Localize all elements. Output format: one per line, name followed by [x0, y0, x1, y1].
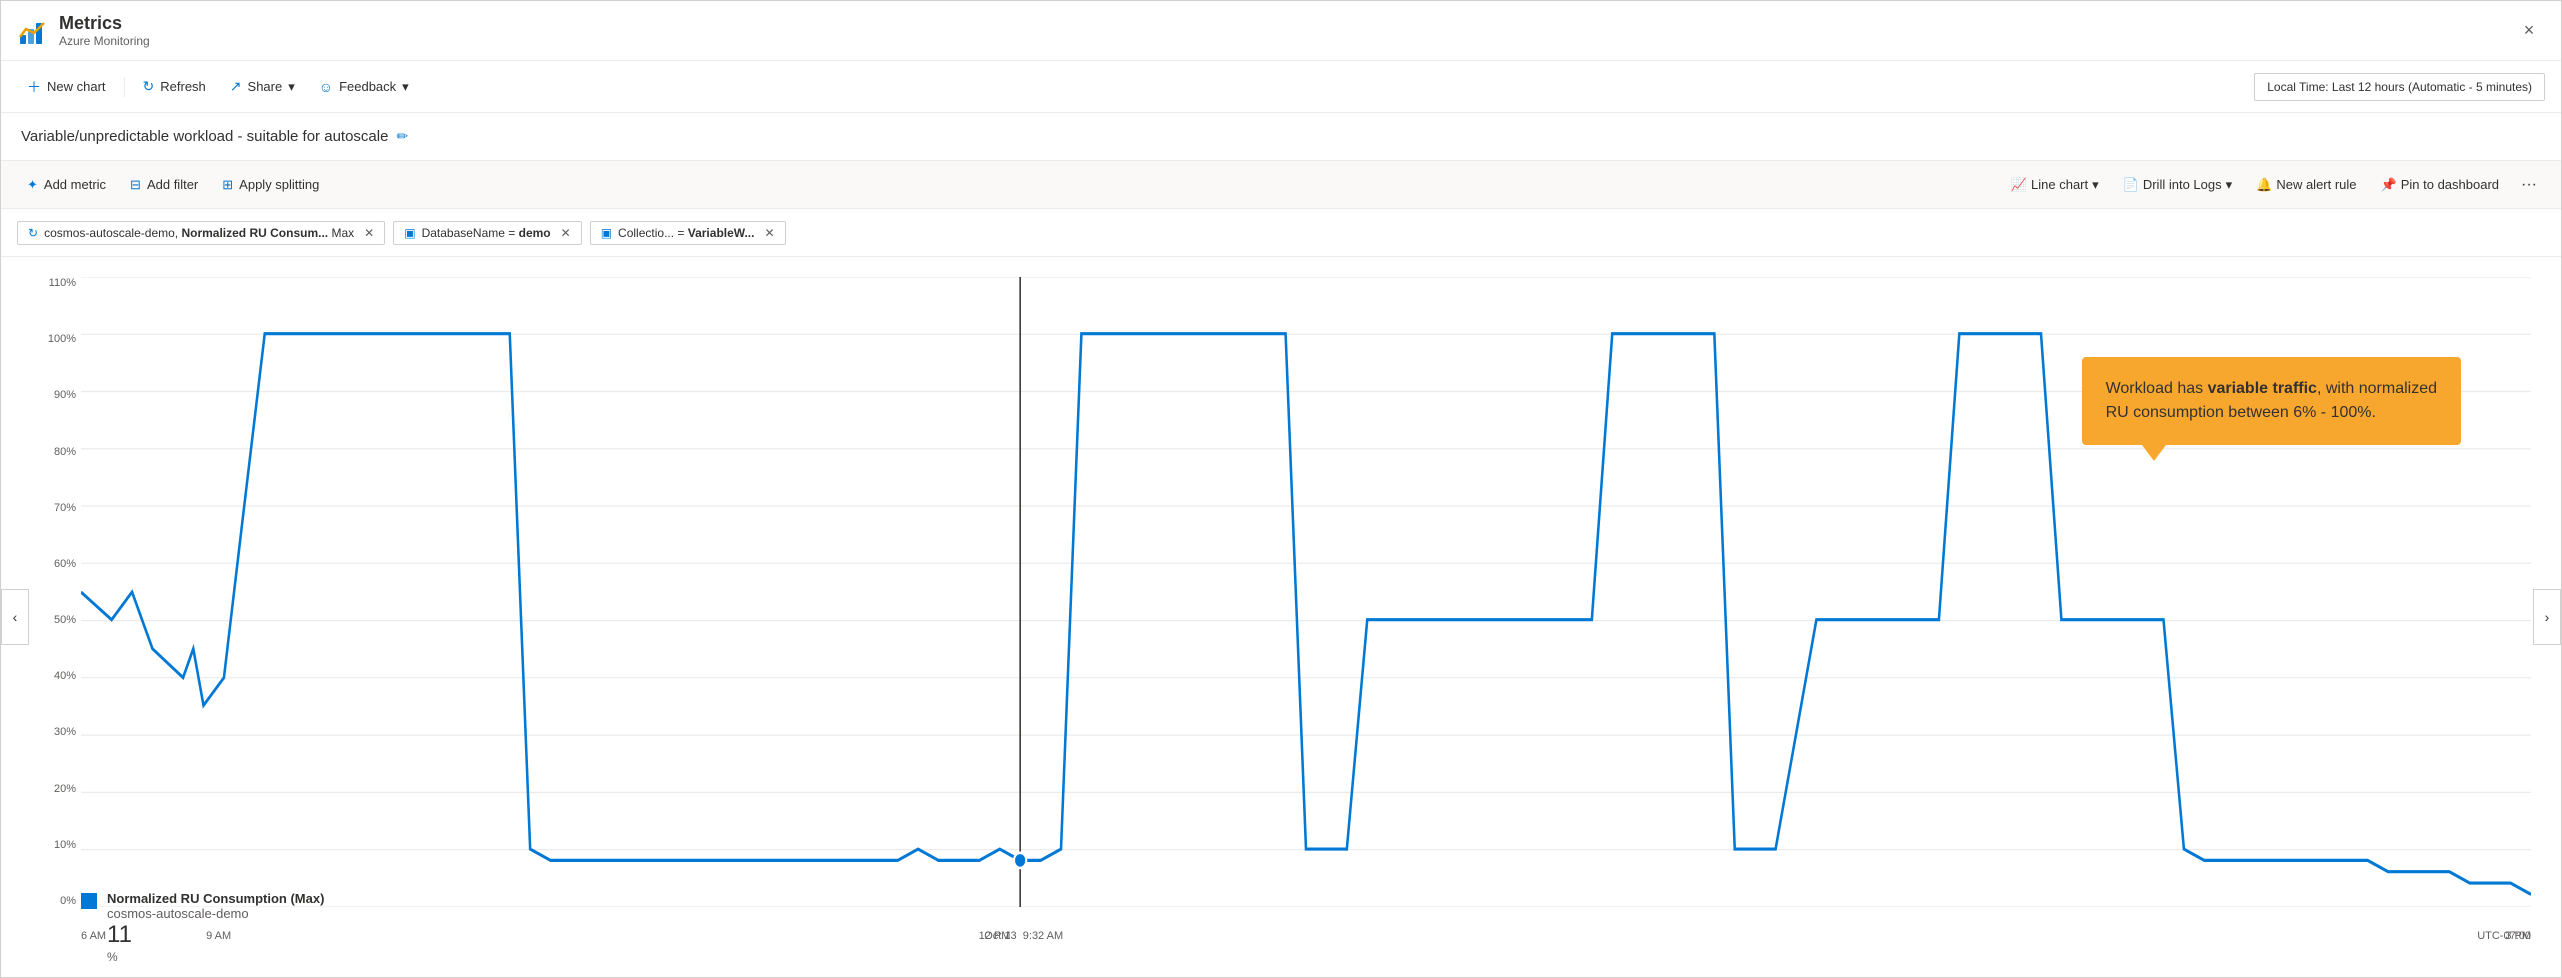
drill-into-logs-button[interactable]: 📄 Drill into Logs ▾ [2113, 171, 2242, 199]
chart-title: Variable/unpredictable workload - suitab… [21, 128, 388, 145]
pin-icon: 📌 [2381, 177, 2397, 193]
add-metric-icon: ✦ [27, 177, 38, 193]
refresh-label: Refresh [160, 79, 206, 94]
splitting-icon: ⊞ [222, 177, 233, 193]
legend-value-group: 11 % [107, 921, 324, 964]
apply-splitting-label: Apply splitting [239, 177, 319, 192]
metric-toolbar-right: 📈 Line chart ▾ 📄 Drill into Logs ▾ 🔔 New… [2001, 171, 2545, 199]
y-label-90: 90% [54, 389, 76, 401]
chart-legend: Normalized RU Consumption (Max) cosmos-a… [81, 883, 2531, 972]
y-label-60: 60% [54, 558, 76, 570]
title-bar: Metrics Azure Monitoring × [1, 1, 2561, 61]
db-filter-text: DatabaseName = demo [422, 226, 551, 240]
drill-logs-icon: 📄 [2123, 177, 2139, 193]
metric-tag-remove[interactable]: ✕ [364, 226, 374, 240]
legend-subtitle: cosmos-autoscale-demo [107, 906, 324, 921]
new-alert-rule-button[interactable]: 🔔 New alert rule [2246, 171, 2366, 199]
add-metric-button[interactable]: ✦ Add metric [17, 171, 116, 199]
add-metric-label: Add metric [44, 177, 106, 192]
y-label-0: 0% [60, 895, 76, 907]
db-filter-icon: ▣ [404, 226, 415, 240]
line-chart-button[interactable]: 📈 Line chart ▾ [2001, 171, 2109, 199]
drill-logs-chevron-icon: ▾ [2226, 177, 2233, 193]
filter-tag-collection[interactable]: ▣ Collectio... = VariableW... ✕ [590, 221, 786, 245]
new-chart-label: New chart [47, 79, 106, 94]
alert-icon: 🔔 [2256, 177, 2272, 193]
nav-arrow-right[interactable]: › [2533, 589, 2561, 645]
legend-unit: % [107, 950, 118, 964]
legend-value: 11 [107, 921, 324, 949]
legend-swatch [81, 893, 97, 909]
filter-bar: ↻ cosmos-autoscale-demo, Normalized RU C… [1, 209, 2561, 257]
share-label: Share [248, 79, 283, 94]
time-selector-button[interactable]: Local Time: Last 12 hours (Automatic - 5… [2254, 73, 2545, 101]
share-button[interactable]: ↗ Share ▾ [220, 72, 305, 101]
new-alert-rule-label: New alert rule [2276, 177, 2356, 192]
share-icon: ↗ [230, 78, 242, 95]
y-label-40: 40% [54, 670, 76, 682]
line-chart-chevron-icon: ▾ [2092, 177, 2099, 193]
collection-filter-remove[interactable]: ✕ [764, 226, 774, 240]
legend-title: Normalized RU Consumption (Max) [107, 891, 324, 906]
pin-to-dashboard-label: Pin to dashboard [2401, 177, 2499, 192]
feedback-button[interactable]: ☺ Feedback ▾ [309, 73, 419, 101]
y-label-50: 50% [54, 614, 76, 626]
y-label-10: 10% [54, 839, 76, 851]
filter-tag-database[interactable]: ▣ DatabaseName = demo ✕ [393, 221, 581, 245]
app-window: Metrics Azure Monitoring × ＋ New chart ↻… [0, 0, 2562, 978]
y-label-70: 70% [54, 502, 76, 514]
edit-icon[interactable]: ✏ [396, 128, 408, 145]
toolbar-right: Local Time: Last 12 hours (Automatic - 5… [2254, 73, 2545, 101]
toolbar-separator-1 [124, 77, 125, 97]
metric-tag-icon: ↻ [28, 226, 38, 240]
pin-to-dashboard-button[interactable]: 📌 Pin to dashboard [2371, 171, 2509, 199]
app-title: Metrics [59, 13, 150, 35]
refresh-icon: ↻ [143, 78, 155, 95]
drill-into-logs-label: Drill into Logs [2143, 177, 2222, 192]
title-bar-left: Metrics Azure Monitoring [17, 13, 2513, 49]
nav-arrow-left[interactable]: ‹ [1, 589, 29, 645]
filter-icon: ⊟ [130, 177, 141, 193]
filter-tag-metric[interactable]: ↻ cosmos-autoscale-demo, Normalized RU C… [17, 221, 385, 245]
y-label-30: 30% [54, 726, 76, 738]
app-subtitle: Azure Monitoring [59, 34, 150, 48]
feedback-icon: ☺ [319, 79, 333, 95]
close-button[interactable]: × [2513, 15, 2545, 47]
more-options-button[interactable]: ··· [2513, 172, 2545, 198]
app-title-group: Metrics Azure Monitoring [59, 13, 150, 49]
y-label-80: 80% [54, 446, 76, 458]
new-chart-button[interactable]: ＋ New chart [17, 71, 116, 103]
y-label-110: 110% [49, 277, 76, 289]
feedback-chevron-icon: ▾ [402, 79, 409, 95]
plus-icon: ＋ [27, 77, 41, 97]
collection-filter-text: Collectio... = VariableW... [618, 226, 754, 240]
y-label-100: 100% [48, 333, 76, 345]
chart-title-bar: Variable/unpredictable workload - suitab… [1, 113, 2561, 161]
metric-tag-text-normal: cosmos-autoscale-demo, Normalized RU Con… [44, 226, 354, 240]
metric-toolbar-left: ✦ Add metric ⊟ Add filter ⊞ Apply splitt… [17, 171, 329, 199]
add-filter-button[interactable]: ⊟ Add filter [120, 171, 208, 199]
share-chevron-icon: ▾ [288, 79, 295, 95]
line-chart-icon: 📈 [2011, 177, 2027, 193]
callout-box: Workload has variable traffic, with norm… [2082, 357, 2461, 445]
db-filter-remove[interactable]: ✕ [561, 226, 571, 240]
callout-text: Workload has variable traffic, with norm… [2106, 380, 2437, 421]
app-icon [17, 15, 49, 47]
chart-area: ‹ › 110% 100% 90% 80% 70% 60% 50% 40% 30… [1, 257, 2561, 977]
line-chart-label: Line chart [2031, 177, 2088, 192]
y-label-20: 20% [54, 783, 76, 795]
toolbar: ＋ New chart ↻ Refresh ↗ Share ▾ ☺ Feedba… [1, 61, 2561, 113]
legend-info: Normalized RU Consumption (Max) cosmos-a… [107, 891, 324, 964]
apply-splitting-button[interactable]: ⊞ Apply splitting [212, 171, 329, 199]
collection-filter-icon: ▣ [601, 226, 612, 240]
add-filter-label: Add filter [147, 177, 198, 192]
feedback-label: Feedback [339, 79, 396, 94]
refresh-button[interactable]: ↻ Refresh [133, 72, 216, 101]
metric-toolbar: ✦ Add metric ⊟ Add filter ⊞ Apply splitt… [1, 161, 2561, 209]
